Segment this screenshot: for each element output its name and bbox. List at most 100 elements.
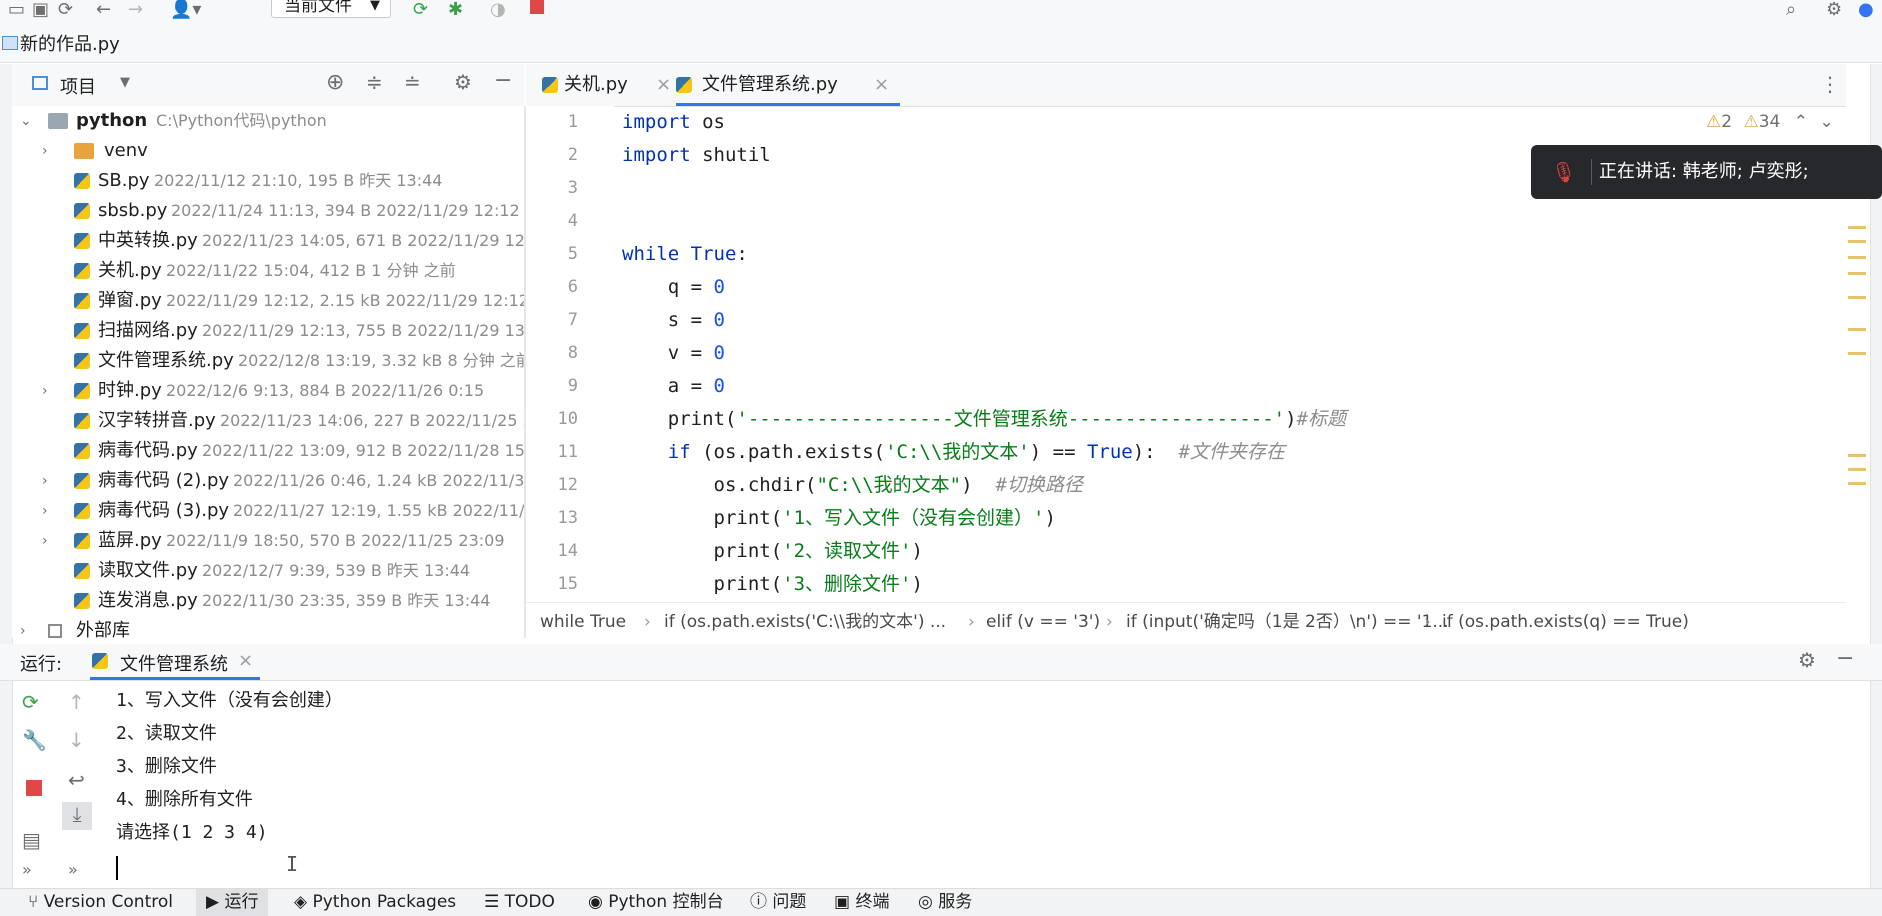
tree-item[interactable]: › 病毒代码 (2).py 2022/11/26 0:46, 1.24 kB 202…	[12, 466, 524, 496]
user-dropdown-icon[interactable]: 👤▾	[170, 1, 201, 19]
save-icon[interactable]: ▣	[32, 1, 49, 19]
more-icon[interactable]: »	[22, 860, 32, 879]
tree-item[interactable]: 读取文件.py 2022/12/7 9:39, 539 B 昨天 13:44	[12, 556, 524, 586]
minimize-icon[interactable]: −	[494, 68, 512, 93]
current-file-name[interactable]: 新的作品.py	[20, 30, 120, 56]
arrow-up-icon[interactable]: ↑	[68, 690, 85, 714]
run-tab-file-manager[interactable]: 文件管理系统 ×	[90, 644, 260, 680]
tree-item[interactable]: 中英转换.py 2022/11/23 14:05, 671 B 2022/11/2…	[12, 226, 524, 256]
collapse-all-icon[interactable]: ≐	[404, 70, 421, 94]
inspection-widget[interactable]: ⚠2 ⚠34 ⌃ ⌄	[1706, 112, 1842, 138]
chevron-down-icon[interactable]: ▼	[120, 75, 130, 90]
gear-icon[interactable]: ⚙	[1826, 1, 1842, 19]
tree-item[interactable]: 扫描网络.py 2022/11/29 12:13, 755 B 2022/11/2…	[12, 316, 524, 346]
chevron-right-icon[interactable]: ›	[20, 616, 26, 638]
stop-icon[interactable]	[530, 0, 544, 14]
breadcrumb-item[interactable]: if (input('确定吗（1是 2否）\n') == '1...	[1126, 603, 1449, 641]
status-problems[interactable]: ⓘ 问题	[750, 889, 806, 916]
chevron-right-icon[interactable]: ›	[42, 496, 48, 526]
stripe-mark[interactable]	[1848, 240, 1866, 243]
tree-item[interactable]: › 病毒代码 (3).py 2022/11/27 12:19, 1.55 kB 20…	[12, 496, 524, 526]
tree-root[interactable]: ⌄ python C:\Python代码\python	[12, 106, 524, 136]
layout-icon[interactable]: ▤	[22, 828, 41, 852]
stripe-mark[interactable]	[1848, 328, 1866, 331]
sync-icon[interactable]: ⟳	[58, 1, 73, 19]
tree-item[interactable]: 病毒代码.py 2022/11/22 13:09, 912 B 2022/11/2…	[12, 436, 524, 466]
run-config-select[interactable]: 当前文件 ▼	[271, 0, 391, 18]
gear-icon[interactable]: ⚙	[454, 70, 472, 94]
root-name: python	[76, 110, 148, 131]
close-icon[interactable]: ×	[656, 64, 671, 106]
chevron-right-icon[interactable]: ›	[42, 376, 48, 406]
breadcrumb-item[interactable]: if (os.path.exists('C:\\我的文本') ...	[664, 603, 946, 641]
wrench-icon[interactable]: 🔧	[22, 728, 47, 752]
arrow-down-icon[interactable]: ↓	[68, 728, 85, 752]
chevron-down-icon[interactable]: ⌄	[20, 106, 32, 136]
scroll-to-end-icon[interactable]: ⤓	[62, 802, 92, 830]
stripe-mark[interactable]	[1848, 454, 1866, 457]
chevron-up-icon[interactable]: ⌃	[1794, 112, 1808, 132]
expand-all-icon[interactable]: ≑	[366, 70, 383, 94]
tree-item-external[interactable]: › 外部库	[12, 616, 524, 638]
stripe-mark[interactable]	[1848, 272, 1866, 275]
gear-icon[interactable]: ⚙	[1798, 648, 1816, 672]
open-folder-icon[interactable]: ▭	[8, 1, 25, 19]
rerun-icon[interactable]: ⟳	[413, 1, 428, 19]
minimize-icon[interactable]: −	[1836, 646, 1854, 671]
stripe-mark[interactable]	[1848, 352, 1866, 355]
coverage-icon[interactable]: ◑	[490, 1, 506, 19]
breadcrumb-item[interactable]: elif (v == '3')	[986, 603, 1100, 641]
stripe-mark[interactable]	[1848, 256, 1866, 259]
chevron-right-icon: ›	[644, 612, 651, 632]
tree-item[interactable]: SB.py 2022/11/12 21:10, 195 B 昨天 13:44	[12, 166, 524, 196]
breadcrumb-item[interactable]: if (os.path.exists(q) == True)	[1442, 603, 1689, 641]
python-file-icon	[74, 323, 90, 339]
more-vertical-icon[interactable]: ⋮	[1820, 72, 1840, 96]
tree-item[interactable]: › 时钟.py 2022/12/6 9:13, 884 B 2022/11/26 0…	[12, 376, 524, 406]
tree-item[interactable]: sbsb.py 2022/11/24 11:13, 394 B 2022/11/2…	[12, 196, 524, 226]
more-icon[interactable]: »	[68, 860, 78, 879]
soft-wrap-icon[interactable]: ↩	[68, 768, 85, 792]
stripe-mark[interactable]	[1848, 482, 1866, 485]
chevron-right-icon[interactable]: ›	[42, 466, 48, 496]
status-run[interactable]: ▶ 运行	[196, 889, 269, 916]
close-icon[interactable]: ×	[874, 64, 889, 106]
rerun-icon[interactable]: ⟳	[22, 690, 39, 714]
tree-item[interactable]: 弹窗.py 2022/11/29 12:12, 2.15 kB 2022/11/2…	[12, 286, 524, 316]
status-services[interactable]: ◎ 服务	[918, 889, 972, 916]
close-icon[interactable]: ×	[238, 650, 253, 671]
stripe-mark[interactable]	[1848, 468, 1866, 471]
status-version-control[interactable]: ⑂ Version Control	[28, 889, 173, 916]
tree-item[interactable]: › venv	[12, 136, 524, 166]
console-output[interactable]: 1、写入文件（没有会创建） 2、读取文件 3、删除文件 4、删除所有文件 请选择…	[96, 684, 1856, 884]
breadcrumb-item[interactable]: while True	[540, 603, 626, 641]
chevron-right-icon[interactable]: ›	[42, 526, 48, 556]
debug-bug-icon[interactable]: ✱	[448, 1, 463, 19]
update-icon[interactable]: ●	[1858, 1, 1874, 19]
status-python-console[interactable]: ◉ Python 控制台	[588, 889, 724, 916]
code-text: )	[1044, 507, 1056, 529]
stripe-mark[interactable]	[1848, 226, 1866, 229]
number-literal: 0	[713, 309, 725, 331]
stripe-mark[interactable]	[1848, 296, 1866, 299]
stop-icon[interactable]	[26, 780, 42, 796]
chevron-right-icon[interactable]: ›	[42, 136, 48, 166]
status-terminal[interactable]: ▣ 终端	[834, 889, 889, 916]
tree-item[interactable]: 关机.py 2022/11/22 15:04, 412 B 1 分钟 之前	[12, 256, 524, 286]
tree-item[interactable]: 汉字转拼音.py 2022/11/23 14:06, 227 B 2022/11/…	[12, 406, 524, 436]
search-icon[interactable]: ⌕	[1786, 1, 1796, 19]
status-todo[interactable]: ☰ TODO	[484, 889, 555, 916]
python-file-icon	[74, 563, 90, 579]
tab-shutdown[interactable]: 关机.py ×	[542, 64, 678, 106]
tree-item[interactable]: 文件管理系统.py 2022/12/8 13:19, 3.32 kB 8 分钟 之…	[12, 346, 524, 376]
chevron-down-icon[interactable]: ⌄	[1819, 112, 1833, 132]
tab-file-manager[interactable]: 文件管理系统.py ×	[676, 64, 900, 106]
forward-arrow-icon[interactable]: →	[128, 1, 143, 19]
back-arrow-icon[interactable]: ←	[96, 1, 111, 19]
locate-icon[interactable]: ⊕	[326, 70, 344, 95]
tree-item-name: 扫描网络.py	[98, 320, 198, 341]
tree-item[interactable]: › 蓝屏.py 2022/11/9 18:50, 570 B 2022/11/25 …	[12, 526, 524, 556]
status-python-packages[interactable]: ◈ Python Packages	[294, 889, 456, 916]
project-view-label[interactable]: 项目	[60, 73, 96, 99]
tree-item[interactable]: 连发消息.py 2022/11/30 23:35, 359 B 昨天 13:44	[12, 586, 524, 616]
